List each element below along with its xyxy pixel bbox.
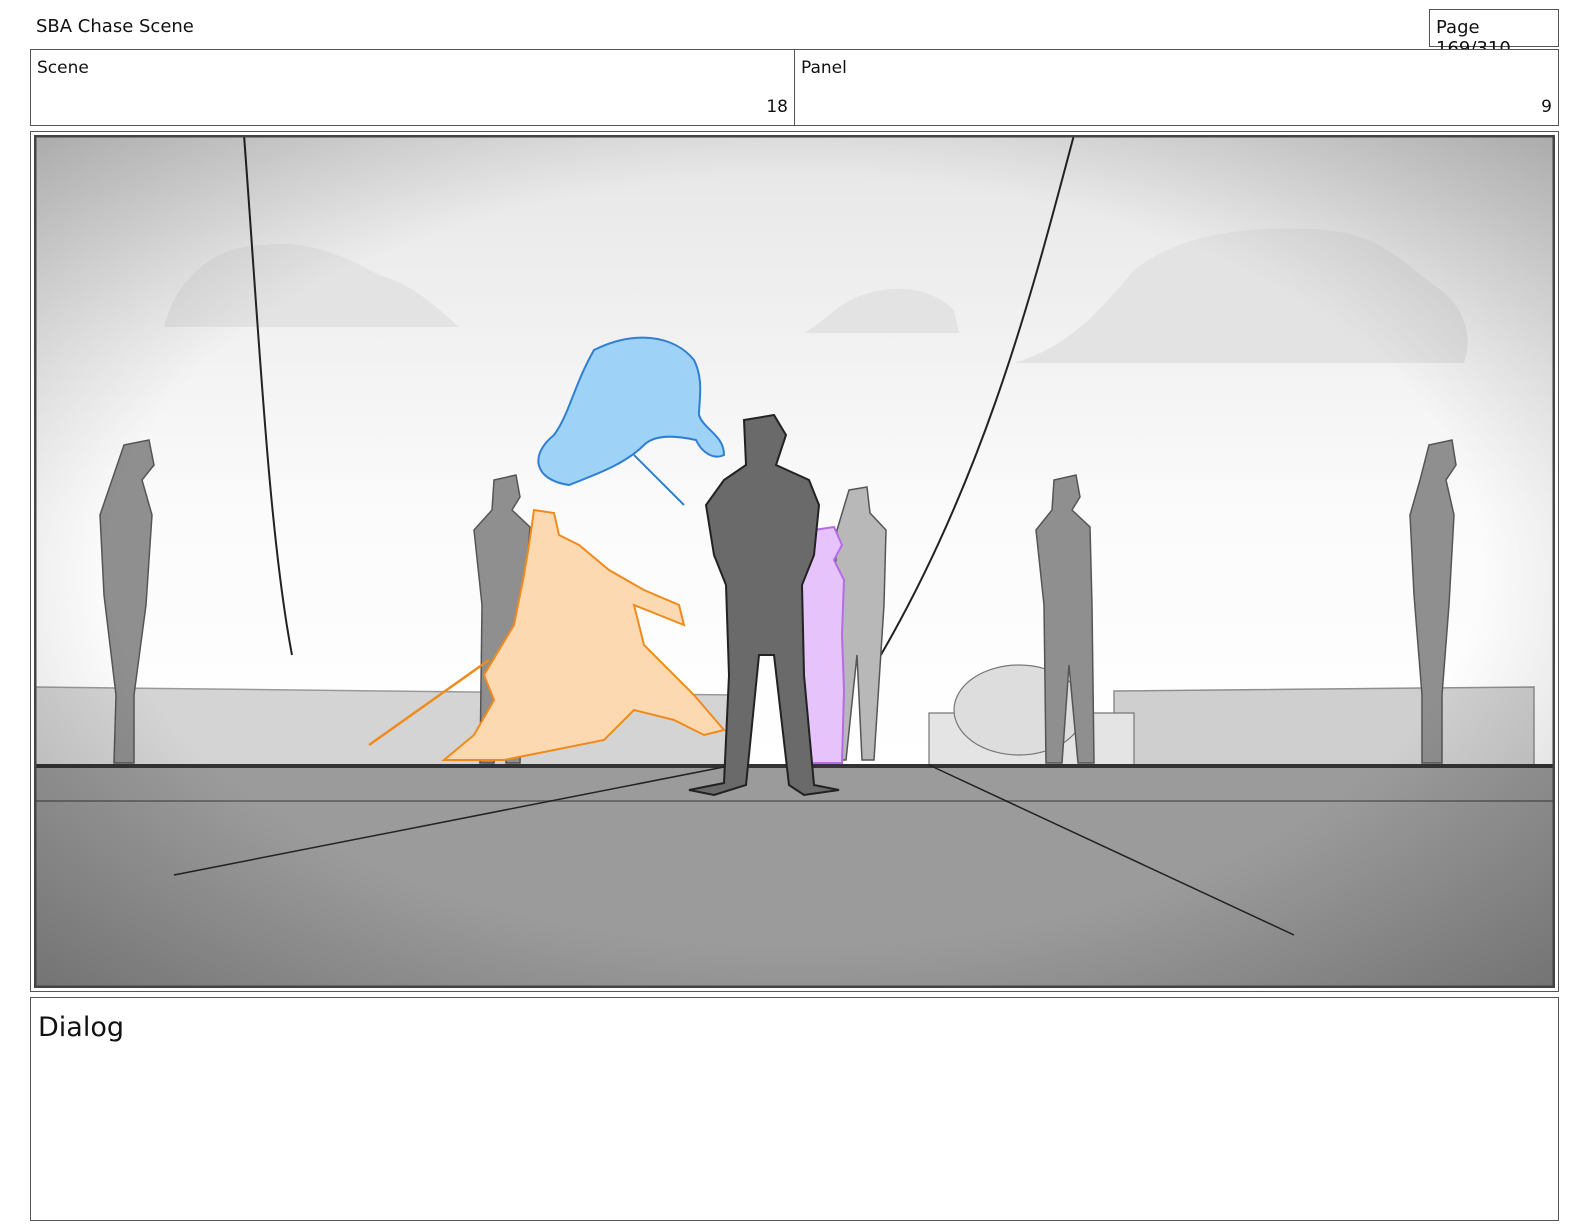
scene-label: Scene: [37, 58, 89, 78]
dialog-label: Dialog: [38, 1012, 124, 1043]
scene-field: Scene 18: [30, 49, 795, 126]
panel-number: 9: [1541, 97, 1552, 117]
storyboard-sketch-image: [34, 135, 1555, 988]
page-indicator: Page 169/310: [1429, 9, 1559, 59]
panel-label: Panel: [801, 58, 847, 78]
document-title: SBA Chase Scene: [36, 16, 194, 37]
storyboard-frame: [30, 131, 1559, 992]
vignette: [34, 135, 1555, 988]
panel-field: Panel 9: [794, 49, 1559, 126]
dialog-box[interactable]: Dialog: [30, 997, 1559, 1221]
scene-number: 18: [766, 97, 788, 117]
